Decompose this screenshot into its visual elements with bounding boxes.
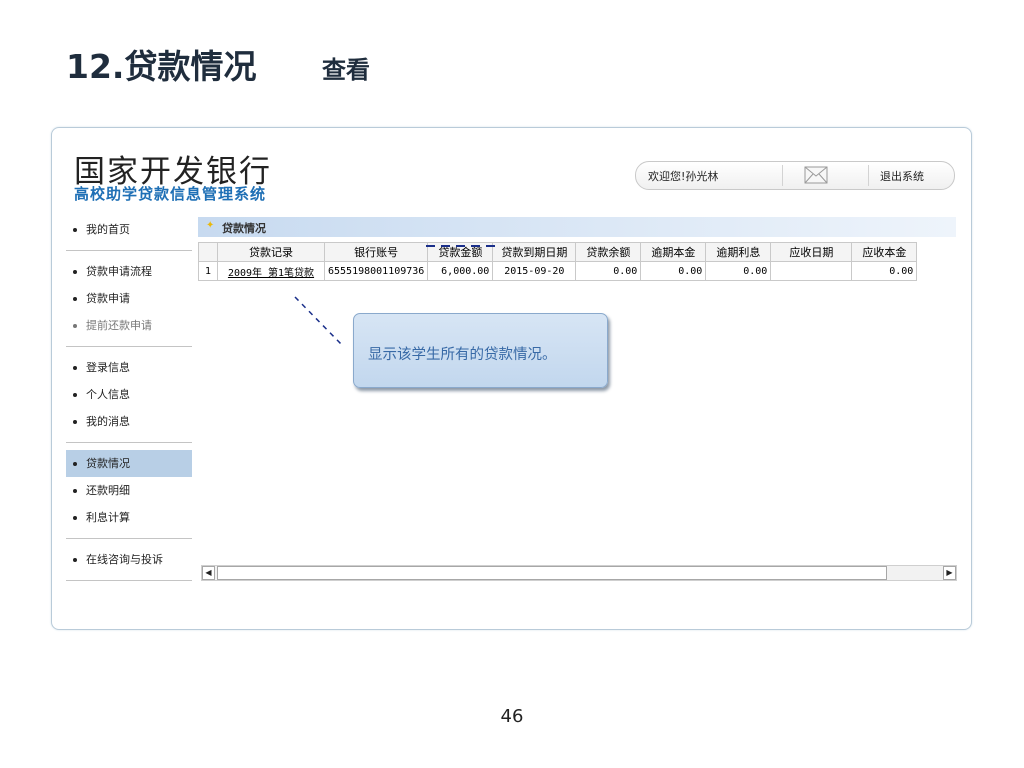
sidebar-item-label: 我的消息	[86, 415, 130, 428]
table-row: 1 2009年 第1笔贷款 6555198001109736 6,000.00 …	[198, 261, 918, 281]
bullet-icon	[73, 558, 77, 562]
divider	[782, 165, 783, 186]
sidebar-item-label: 登录信息	[86, 361, 130, 374]
sidebar-item-label: 提前还款申请	[86, 319, 152, 332]
overdue-principal-cell: 0.00	[640, 261, 707, 281]
sidebar-item-interest-calc[interactable]: 利息计算	[66, 504, 192, 531]
column-header: 贷款记录	[217, 242, 325, 262]
brand-subtitle: 高校助学贷款信息管理系统	[74, 185, 267, 203]
sidebar-item-label: 贷款情况	[86, 457, 130, 470]
divider	[66, 346, 192, 347]
sidebar-item-early-repay[interactable]: 提前还款申请	[66, 312, 192, 339]
column-header	[198, 242, 218, 262]
sidebar-item-label: 在线咨询与投诉	[86, 553, 163, 566]
bullet-icon	[73, 270, 77, 274]
sidebar-item-loan-status[interactable]: 贷款情况	[66, 450, 192, 477]
column-header: 银行账号	[323, 242, 429, 262]
divider	[66, 538, 192, 539]
divider	[66, 442, 192, 443]
receivable-date-cell	[770, 261, 853, 281]
loan-table: 贷款记录 银行账号 贷款金额 贷款到期日期 贷款余额 逾期本金 逾期利息 应收日…	[198, 242, 918, 281]
receivable-principal-cell: 0.00	[851, 261, 918, 281]
scroll-right-icon[interactable]: ▶	[943, 566, 956, 580]
table-header-row: 贷款记录 银行账号 贷款金额 贷款到期日期 贷款余额 逾期本金 逾期利息 应收日…	[198, 242, 918, 262]
bullet-icon	[73, 420, 77, 424]
welcome-text: 欢迎您!孙光林	[648, 170, 719, 183]
column-header: 逾期利息	[705, 242, 772, 262]
bullet-icon	[73, 393, 77, 397]
mail-icon[interactable]	[804, 166, 828, 184]
sidebar-item-label: 贷款申请	[86, 292, 130, 305]
star-icon: ✦	[206, 220, 215, 231]
bullet-icon	[73, 366, 77, 370]
sidebar-item-label: 我的首页	[86, 223, 130, 236]
bullet-icon	[73, 516, 77, 520]
bullet-icon	[73, 324, 77, 328]
sidebar-item-personal-info[interactable]: 个人信息	[66, 381, 192, 408]
sidebar-item-messages[interactable]: 我的消息	[66, 408, 192, 435]
logout-button[interactable]: 退出系统	[880, 168, 924, 184]
amount-cell: 6,000.00	[427, 261, 494, 281]
page-number: 46	[500, 706, 524, 727]
bullet-icon	[73, 489, 77, 493]
sidebar-item-repayment-detail[interactable]: 还款明细	[66, 477, 192, 504]
balance-cell: 0.00	[575, 261, 642, 281]
panel-header: ✦ 贷款情况	[198, 217, 956, 237]
due-date-cell: 2015-09-20	[492, 261, 577, 281]
sidebar-item-label: 还款明细	[86, 484, 130, 497]
user-bar: 欢迎您!孙光林 退出系统	[635, 161, 955, 190]
divider	[868, 165, 869, 186]
horizontal-scrollbar[interactable]: ◀ ▶	[201, 565, 957, 581]
column-header: 逾期本金	[640, 242, 707, 262]
sidebar-item-consult[interactable]: 在线咨询与投诉	[66, 546, 192, 573]
loan-record-cell: 2009年 第1笔贷款	[217, 261, 325, 281]
panel-title: 贷款情况	[222, 222, 266, 235]
bullet-icon	[73, 297, 77, 301]
callout-box: 显示该学生所有的贷款情况。	[353, 313, 608, 388]
column-header: 贷款金额	[427, 242, 494, 262]
sidebar-item-label: 利息计算	[86, 511, 130, 524]
slide-title: 12.贷款情况	[66, 47, 257, 86]
callout-text: 显示该学生所有的贷款情况。	[368, 347, 557, 363]
sidebar-item-loan-apply[interactable]: 贷款申请	[66, 285, 192, 312]
column-header: 贷款到期日期	[492, 242, 577, 262]
column-header: 应收日期	[770, 242, 853, 262]
column-header: 贷款余额	[575, 242, 642, 262]
bullet-icon	[73, 462, 77, 466]
slide-subtitle: 查看	[322, 55, 370, 84]
sidebar-item-label: 个人信息	[86, 388, 130, 401]
sidebar-item-loan-process[interactable]: 贷款申请流程	[66, 258, 192, 285]
overdue-interest-cell: 0.00	[705, 261, 772, 281]
row-number: 1	[198, 261, 218, 281]
account-cell: 6555198001109736	[323, 261, 429, 281]
sidebar-nav: 我的首页 贷款申请流程 贷款申请 提前还款申请 登录信息 个人信息 我的消息 贷…	[66, 216, 192, 588]
sidebar-item-label: 贷款申请流程	[86, 265, 152, 278]
sidebar-item-home[interactable]: 我的首页	[66, 216, 192, 243]
divider	[66, 580, 192, 581]
scroll-left-icon[interactable]: ◀	[202, 566, 215, 580]
bullet-icon	[73, 228, 77, 232]
sidebar-item-login-info[interactable]: 登录信息	[66, 354, 192, 381]
scrollbar-thumb[interactable]	[217, 566, 887, 580]
column-header: 应收本金	[851, 242, 918, 262]
loan-record-link[interactable]: 2009年 第1笔贷款	[228, 268, 314, 279]
divider	[66, 250, 192, 251]
